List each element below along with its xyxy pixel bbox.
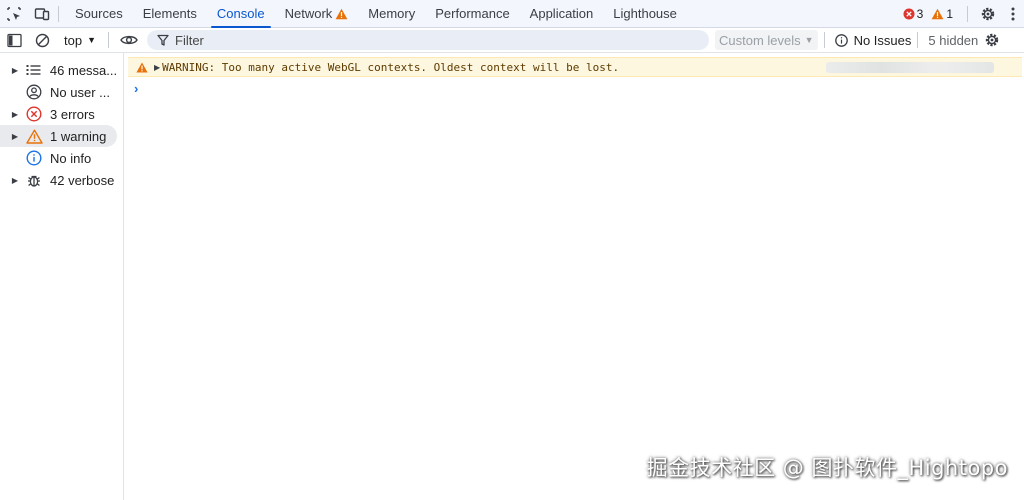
console-warning-message[interactable]: ▶ WARNING: Too many active WebGL context…: [128, 57, 1022, 77]
console-sidebar: ▶ 46 messa... ▶ No user ... ▶: [0, 53, 124, 500]
device-mode-icon: [34, 8, 50, 21]
gear-icon: [986, 33, 999, 47]
error-icon: [24, 104, 44, 124]
expand-arrow-icon[interactable]: ▶: [8, 66, 22, 75]
divider: [823, 32, 825, 48]
console-settings-button[interactable]: [978, 28, 1006, 52]
clear-console-button[interactable]: [28, 28, 56, 52]
sidebar-item-messages[interactable]: ▶ 46 messa...: [0, 59, 117, 81]
tab-label: Network: [284, 6, 333, 21]
sidebar-item-user-messages[interactable]: ▶ No user ...: [0, 81, 117, 103]
caret-down-icon: ▼: [804, 35, 814, 45]
settings-button[interactable]: [974, 0, 1002, 28]
sidebar-item-label: No info: [50, 150, 92, 166]
warning-text: WARNING: Too many active WebGL contexts.…: [162, 60, 620, 74]
tab-label: Lighthouse: [613, 6, 677, 21]
tab-performance[interactable]: Performance: [425, 0, 519, 27]
inspect-element-button[interactable]: [0, 0, 28, 28]
live-expression-button[interactable]: [115, 28, 143, 52]
divider: [917, 32, 919, 48]
warning-count: 1: [946, 7, 953, 21]
devtools-tab-bar: Sources Elements Console Network Memory …: [0, 0, 1024, 28]
eye-icon: [120, 35, 138, 45]
divider: [967, 6, 968, 22]
warning-icon: [931, 8, 944, 20]
sidebar-item-info[interactable]: ▶ No info: [0, 147, 117, 169]
sidebar-item-label: 42 verbose: [50, 172, 115, 188]
expand-arrow-icon[interactable]: ▶: [8, 132, 22, 141]
hidden-messages-count: 5 hidden: [928, 32, 979, 48]
kebab-menu-icon: [1011, 7, 1015, 21]
inspect-icon: [7, 7, 21, 21]
list-icon: [24, 60, 44, 80]
tab-elements[interactable]: Elements: [133, 0, 207, 27]
warning-count-badge[interactable]: 1: [931, 7, 953, 21]
tab-label: Sources: [75, 6, 123, 21]
clear-icon: [35, 33, 49, 47]
bug-icon: [24, 170, 44, 190]
issues-button[interactable]: No Issues: [834, 32, 912, 48]
tab-label: Performance: [435, 6, 510, 21]
divider: [108, 32, 109, 48]
sidebar-item-label: 3 errors: [50, 106, 95, 122]
tab-lighthouse[interactable]: Lighthouse: [603, 0, 687, 27]
sidebar-item-label: 46 messa...: [49, 62, 117, 78]
error-icon: [903, 8, 915, 20]
tab-label: Elements: [142, 6, 197, 21]
user-icon: [24, 82, 44, 102]
toggle-sidebar-button[interactable]: [0, 28, 28, 52]
tab-label: Console: [216, 6, 265, 21]
info-icon: [24, 148, 44, 168]
context-label: top: [64, 32, 83, 48]
tab-label: Application: [529, 6, 594, 21]
tab-console[interactable]: Console: [207, 0, 275, 28]
filter-icon: [157, 34, 169, 46]
caret-down-icon: ▼: [87, 35, 96, 45]
sidebar-item-label: No user ...: [50, 84, 110, 100]
filter-input[interactable]: [175, 32, 675, 48]
sidebar-item-errors[interactable]: ▶ 3 errors: [0, 103, 117, 125]
error-count: 3: [916, 7, 924, 21]
tab-label: Memory: [368, 6, 416, 21]
filter-field[interactable]: [147, 30, 709, 50]
sidebar-item-warnings[interactable]: ▶ 1 warning: [0, 125, 117, 147]
more-options-button[interactable]: [1002, 0, 1024, 28]
info-icon: [834, 33, 848, 47]
tab-memory[interactable]: Memory: [358, 0, 425, 27]
levels-label: Custom levels: [719, 32, 801, 48]
divider: [58, 5, 59, 22]
tab-application[interactable]: Application: [520, 0, 604, 27]
device-toolbar-button[interactable]: [28, 0, 56, 28]
warning-icon: [335, 8, 348, 19]
console-toolbar: top ▼ Custom levels ▼ No Issues 5 hidden: [0, 28, 1024, 53]
expand-arrow-icon[interactable]: ▶: [8, 110, 22, 119]
sidebar-item-label: 1 warning: [50, 128, 107, 144]
warning-icon: [136, 62, 148, 73]
sidebar-item-verbose[interactable]: ▶ 42 verbose: [0, 169, 117, 191]
context-selector[interactable]: top ▼: [56, 28, 102, 52]
watermark: 掘金技术社区 @ 图扑软件_Hightopo: [646, 456, 1008, 480]
issues-label: No Issues: [853, 32, 912, 48]
warning-icon: [24, 126, 44, 146]
prompt-chevron-icon: ›: [134, 81, 139, 96]
expand-arrow-icon[interactable]: ▶: [8, 176, 22, 185]
message-source-link[interactable]: [826, 62, 994, 73]
console-prompt[interactable]: ›: [134, 81, 138, 96]
gear-icon: [981, 7, 995, 21]
error-count-badge[interactable]: 3: [903, 7, 924, 21]
console-messages: ▶ WARNING: Too many active WebGL context…: [124, 53, 1024, 500]
tab-network[interactable]: Network: [275, 0, 359, 27]
tab-sources[interactable]: Sources: [65, 0, 133, 27]
sidebar-toggle-icon: [6, 33, 22, 47]
expand-triangle-icon[interactable]: ▶: [154, 63, 160, 72]
log-levels-dropdown[interactable]: Custom levels ▼: [715, 30, 818, 50]
